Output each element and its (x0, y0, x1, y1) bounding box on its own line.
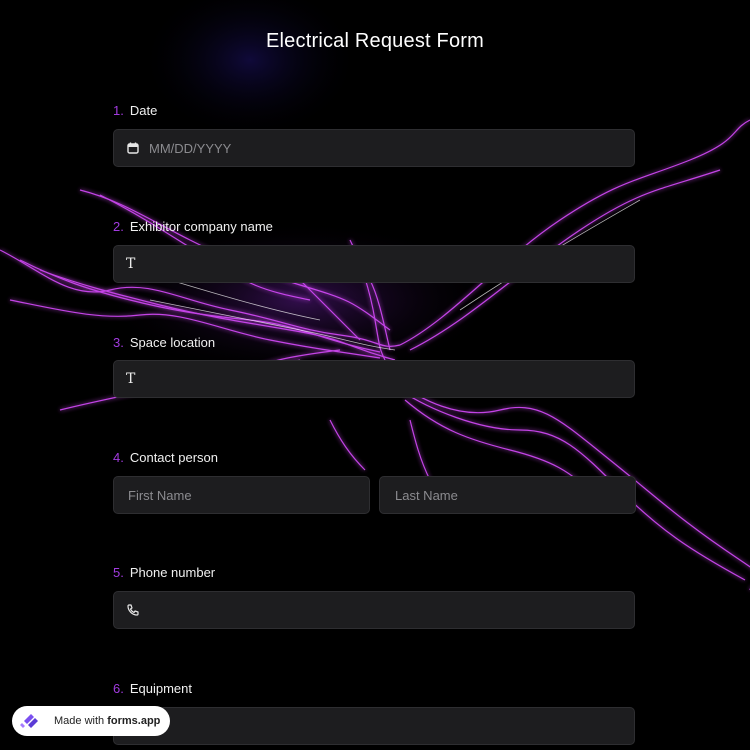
text-icon: T (126, 371, 136, 387)
question-space-label: 3. Space location (113, 335, 215, 350)
question-contact-label: 4. Contact person (113, 450, 218, 465)
date-input[interactable]: MM/DD/YYYY (113, 129, 635, 167)
badge-text: Made with forms.app (54, 715, 160, 727)
question-number: 4. (113, 450, 124, 465)
company-name-input[interactable]: T (113, 245, 635, 283)
question-label: Phone number (129, 565, 216, 580)
question-label: Exhibitor company name (129, 219, 273, 234)
question-number: 2. (113, 219, 124, 234)
last-name-input[interactable]: Last Name (379, 476, 636, 514)
question-label: Space location (129, 335, 216, 350)
form-title: Electrical Request Form (266, 30, 484, 52)
phone-icon (127, 604, 139, 616)
date-placeholder: MM/DD/YYYY (149, 141, 232, 156)
equipment-input[interactable] (113, 707, 635, 745)
question-label: Contact person (129, 450, 219, 465)
question-date-label: 1. Date (113, 103, 157, 118)
question-label: Equipment (129, 681, 192, 696)
made-with-forms-app-badge[interactable]: Made with forms.app (12, 706, 170, 736)
question-company-label: 2. Exhibitor company name (113, 219, 273, 234)
question-number: 6. (113, 681, 124, 696)
question-number: 5. (113, 565, 124, 580)
form-page: Electrical Request Form 1. Date MM/DD/YYY… (0, 0, 750, 750)
first-name-input[interactable]: First Name (113, 476, 370, 514)
badge-prefix: Made with (54, 715, 105, 727)
question-number: 1. (113, 103, 124, 118)
question-equipment-label: 6. Equipment (113, 681, 192, 696)
calendar-icon (127, 142, 139, 154)
first-name-placeholder: First Name (128, 488, 192, 503)
text-icon: T (126, 256, 136, 272)
badge-brand: forms.app (107, 715, 161, 727)
last-name-placeholder: Last Name (395, 488, 458, 503)
question-phone-label: 5. Phone number (113, 565, 215, 580)
question-label: Date (129, 103, 158, 118)
question-number: 3. (113, 335, 124, 350)
forms-app-logo-icon (20, 714, 38, 728)
space-location-input[interactable]: T (113, 360, 635, 398)
phone-input[interactable] (113, 591, 635, 629)
